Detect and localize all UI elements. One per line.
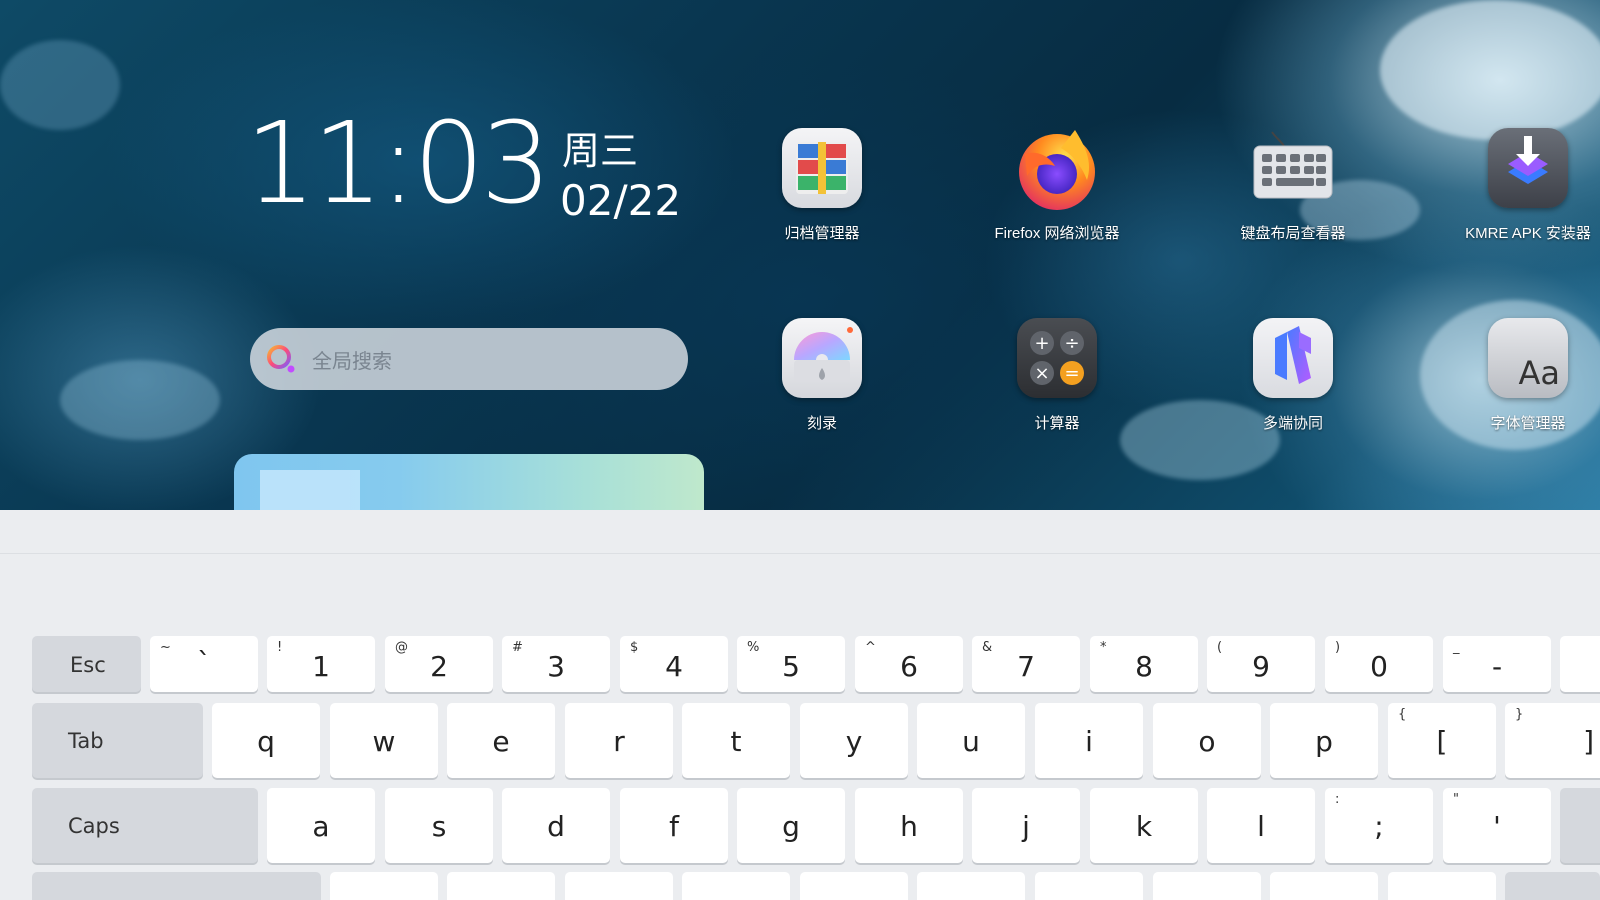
app-label: KMRE APK 安装器 bbox=[1465, 225, 1591, 242]
app-label: 键盘布局查看器 bbox=[1240, 225, 1346, 242]
key-k[interactable]: k bbox=[1090, 788, 1198, 863]
app-calculator[interactable]: + ÷ × = 计算器 bbox=[957, 318, 1157, 433]
key-y[interactable]: y bbox=[800, 703, 908, 778]
key-enter-partial[interactable] bbox=[1560, 788, 1600, 863]
wallpaper-foam bbox=[1380, 0, 1600, 140]
key-5[interactable]: % 5 bbox=[737, 636, 845, 692]
key-0[interactable]: ) 0 bbox=[1325, 636, 1433, 692]
app-label: 刻录 bbox=[806, 415, 837, 432]
key-period[interactable] bbox=[1270, 872, 1378, 900]
global-search-box[interactable]: 全局搜索 bbox=[250, 328, 688, 390]
desktop-wallpaper: 11:03 周三 02/22 全局搜索 归档管理器 Firefox 网络浏览器 … bbox=[0, 0, 1600, 520]
search-icon bbox=[267, 345, 295, 373]
key-s[interactable]: s bbox=[385, 788, 493, 863]
clock-time: 11:03 bbox=[245, 99, 552, 229]
key-p[interactable]: p bbox=[1270, 703, 1378, 778]
on-screen-keyboard: Esc ~ ` ! 1 @ 2 # 3 $ 4 % 5 ^ 6 & 7 * 8 … bbox=[0, 510, 1600, 900]
app-label: 字体管理器 bbox=[1490, 415, 1566, 432]
key-u[interactable]: u bbox=[917, 703, 1025, 778]
app-label: Firefox 网络浏览器 bbox=[994, 225, 1120, 242]
key-minus[interactable]: _ - bbox=[1443, 636, 1551, 692]
key-shift-right[interactable] bbox=[1505, 872, 1600, 900]
key-o[interactable]: o bbox=[1153, 703, 1261, 778]
key-comma[interactable] bbox=[1153, 872, 1261, 900]
key-n[interactable] bbox=[917, 872, 1025, 900]
font-sample-text: Aa bbox=[1518, 354, 1561, 392]
key-b[interactable] bbox=[800, 872, 908, 900]
key-v[interactable] bbox=[682, 872, 790, 900]
wallpaper-foam bbox=[0, 40, 120, 130]
key-slash[interactable] bbox=[1388, 872, 1496, 900]
key-6[interactable]: ^ 6 bbox=[855, 636, 963, 692]
clock-weekday: 周三 bbox=[562, 129, 639, 173]
app-font-manager[interactable]: Aa 字体管理器 bbox=[1428, 318, 1600, 433]
svg-text:+: + bbox=[1034, 333, 1049, 354]
wallpaper-foam bbox=[60, 360, 220, 440]
key-left-bracket[interactable]: { [ bbox=[1388, 703, 1496, 778]
calculator-icon: + ÷ × = bbox=[1017, 318, 1097, 398]
firefox-icon bbox=[1017, 124, 1097, 210]
archive-manager-icon bbox=[782, 128, 862, 208]
key-q[interactable]: q bbox=[212, 703, 320, 778]
key-1[interactable]: ! 1 bbox=[267, 636, 375, 692]
key-tab[interactable]: Tab bbox=[32, 703, 203, 778]
key-e[interactable]: e bbox=[447, 703, 555, 778]
key-a[interactable]: a bbox=[267, 788, 375, 863]
key-quote[interactable]: " ' bbox=[1443, 788, 1551, 863]
burner-icon bbox=[782, 318, 862, 398]
key-h[interactable]: h bbox=[855, 788, 963, 863]
key-right-bracket[interactable]: } ] bbox=[1505, 703, 1600, 778]
key-r[interactable]: r bbox=[565, 703, 673, 778]
multi-device-icon bbox=[1253, 318, 1333, 398]
svg-text:÷: ÷ bbox=[1064, 333, 1079, 354]
key-m[interactable] bbox=[1035, 872, 1143, 900]
app-kmre-apk[interactable]: KMRE APK 安装器 bbox=[1428, 128, 1600, 243]
key-esc[interactable]: Esc bbox=[32, 636, 141, 692]
keyboard-toolbar-divider bbox=[0, 553, 1600, 554]
key-i[interactable]: i bbox=[1035, 703, 1143, 778]
key-w[interactable]: w bbox=[330, 703, 438, 778]
app-label: 归档管理器 bbox=[784, 225, 860, 242]
kmre-apk-icon bbox=[1488, 128, 1568, 208]
key-4[interactable]: $ 4 bbox=[620, 636, 728, 692]
app-multi-device[interactable]: 多端协同 bbox=[1193, 318, 1393, 433]
key-f[interactable]: f bbox=[620, 788, 728, 863]
key-caps[interactable]: Caps bbox=[32, 788, 258, 863]
key-shift-left[interactable] bbox=[32, 872, 321, 900]
key-3[interactable]: # 3 bbox=[502, 636, 610, 692]
key-g[interactable]: g bbox=[737, 788, 845, 863]
key-2[interactable]: @ 2 bbox=[385, 636, 493, 692]
app-burner[interactable]: 刻录 bbox=[722, 318, 922, 433]
key-z[interactable] bbox=[330, 872, 438, 900]
key-l[interactable]: l bbox=[1207, 788, 1315, 863]
key-t[interactable]: t bbox=[682, 703, 790, 778]
font-manager-icon: Aa bbox=[1488, 318, 1568, 398]
app-firefox[interactable]: Firefox 网络浏览器 bbox=[957, 124, 1157, 243]
app-archive-manager[interactable]: 归档管理器 bbox=[722, 128, 922, 243]
key-x[interactable] bbox=[447, 872, 555, 900]
keyboard-layout-icon bbox=[1253, 128, 1333, 208]
key-c[interactable] bbox=[565, 872, 673, 900]
key-d[interactable]: d bbox=[502, 788, 610, 863]
app-label: 计算器 bbox=[1034, 415, 1080, 432]
key-backtick[interactable]: ~ ` bbox=[150, 636, 258, 692]
app-keyboard-layout[interactable]: 键盘布局查看器 bbox=[1193, 128, 1393, 243]
key-equals-partial[interactable] bbox=[1560, 636, 1600, 692]
key-9[interactable]: ( 9 bbox=[1207, 636, 1315, 692]
key-8[interactable]: * 8 bbox=[1090, 636, 1198, 692]
key-j[interactable]: j bbox=[972, 788, 1080, 863]
svg-text:×: × bbox=[1034, 363, 1049, 384]
key-semicolon[interactable]: : ; bbox=[1325, 788, 1433, 863]
key-7[interactable]: & 7 bbox=[972, 636, 1080, 692]
search-placeholder: 全局搜索 bbox=[312, 350, 392, 373]
app-label: 多端协同 bbox=[1262, 415, 1323, 432]
clock-date: 02/22 bbox=[560, 176, 682, 225]
svg-text:=: = bbox=[1064, 363, 1079, 384]
